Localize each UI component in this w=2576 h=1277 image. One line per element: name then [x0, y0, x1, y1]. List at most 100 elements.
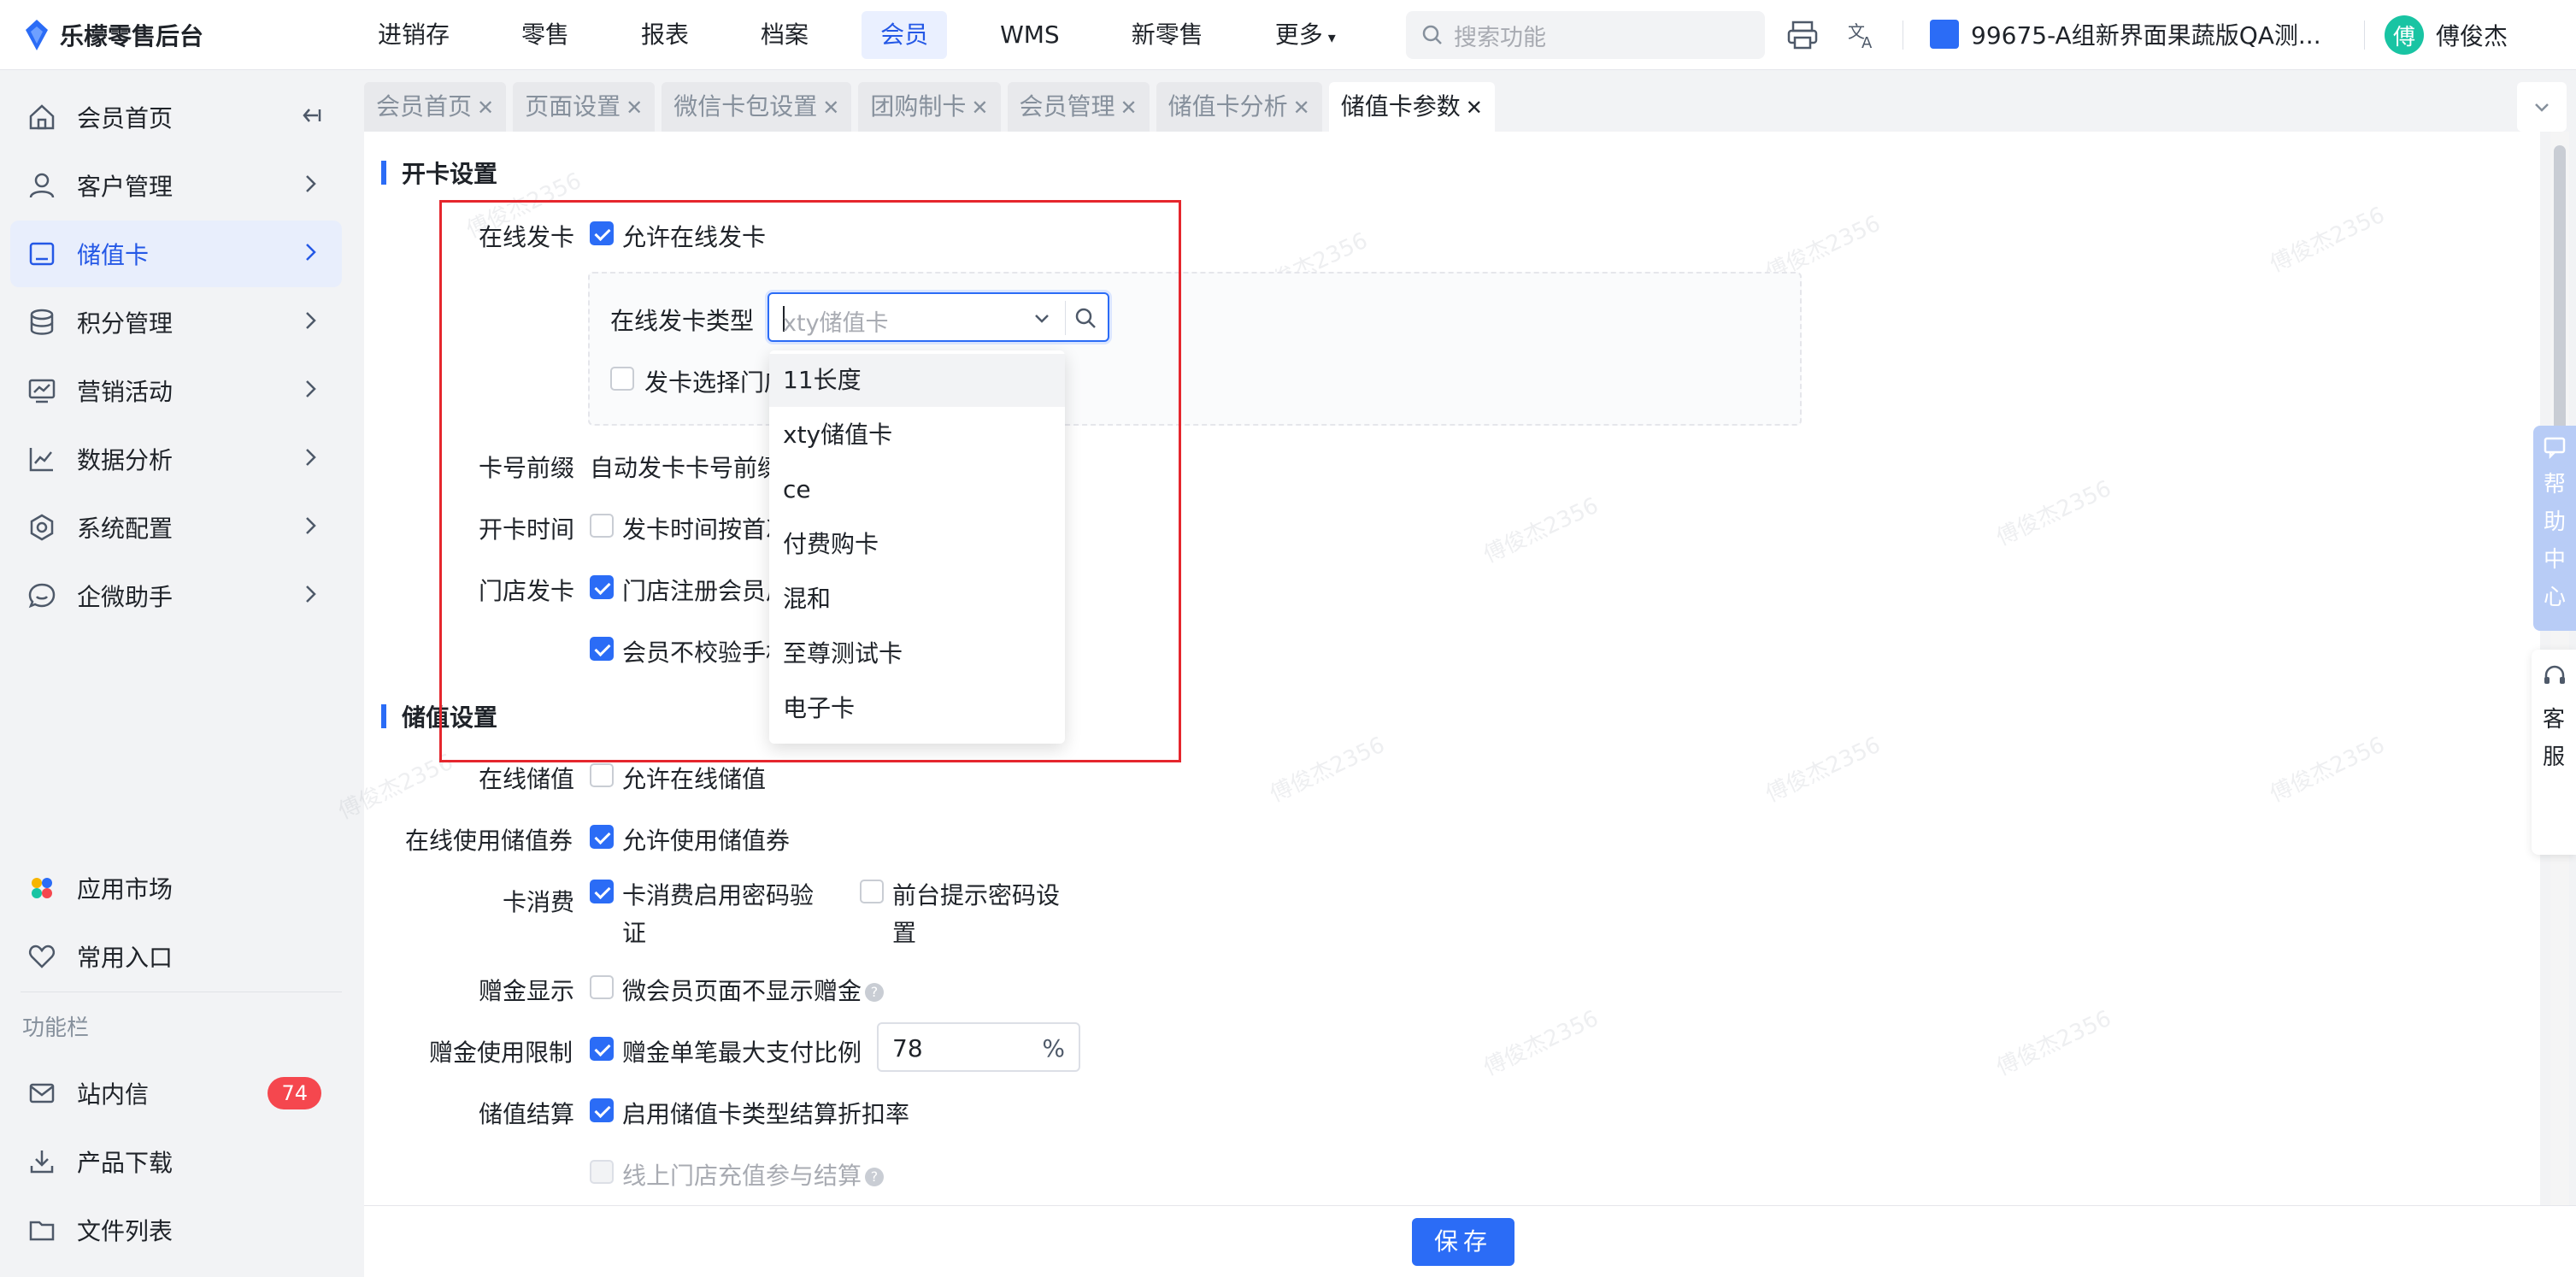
label-online-voucher: 在线使用储值券: [405, 827, 573, 855]
label-bonus-display: 赠金显示: [479, 977, 575, 1005]
text-online-recharge: 允许在线储值: [622, 765, 767, 793]
download-icon: [24, 1144, 60, 1180]
close-icon[interactable]: ✕: [626, 96, 643, 120]
text-bonus-display: 微会员页面不显示赠金?: [622, 973, 885, 1007]
folder-icon: [24, 1212, 60, 1248]
tab-member-management[interactable]: 会员管理 ✕: [1007, 82, 1150, 132]
chevron-right-icon: [297, 581, 323, 613]
database-icon: [24, 304, 60, 340]
chevron-down-icon: [2535, 103, 2549, 112]
section-title-open-card: 开卡设置: [381, 156, 497, 190]
close-icon[interactable]: ✕: [477, 96, 494, 120]
checkbox-card-consume-password[interactable]: [590, 880, 614, 903]
chevron-right-icon: [297, 376, 323, 408]
sidebar-item-wecom-assistant[interactable]: 企微助手: [10, 562, 342, 629]
app-logo[interactable]: 乐檬零售后台: [0, 18, 342, 52]
tab-wechat-card[interactable]: 微信卡包设置 ✕: [662, 82, 852, 132]
help-icon[interactable]: ?: [865, 1168, 885, 1186]
sidebar-item-points[interactable]: 积分管理: [10, 289, 342, 356]
sidebar-item-analytics[interactable]: 数据分析: [10, 426, 342, 492]
close-icon[interactable]: ✕: [1293, 96, 1310, 120]
checkbox-online-recharge[interactable]: [590, 763, 614, 787]
text-card-consume-line1: 卡消费启用密码验: [622, 881, 815, 909]
user-menu[interactable]: 傅 傅俊杰: [2385, 15, 2508, 55]
close-icon[interactable]: ✕: [1120, 96, 1138, 120]
chevron-right-icon: [297, 239, 323, 271]
nav-item-more[interactable]: 更多 ▾: [1256, 11, 1355, 59]
svg-text:A: A: [1861, 34, 1873, 51]
chat-icon: [24, 578, 60, 614]
sidebar-item-files[interactable]: 文件列表: [10, 1197, 342, 1263]
tab-member-home[interactable]: 会员首页 ✕: [364, 82, 507, 132]
function-section-label: 功能栏: [22, 1015, 90, 1041]
sidebar-item-inbox[interactable]: 站内信 74: [10, 1060, 342, 1127]
customer-service-button[interactable]: 客 服: [2532, 650, 2576, 855]
help-icon[interactable]: ?: [865, 983, 885, 1002]
search-icon: [1422, 25, 1442, 44]
printer-icon[interactable]: [1786, 19, 1819, 51]
headset-icon: [2544, 665, 2565, 684]
mail-icon: [24, 1075, 60, 1111]
checkbox-bonus-limit[interactable]: [590, 1037, 614, 1061]
nav-item-reports[interactable]: 报表: [622, 11, 708, 59]
tab-page-settings[interactable]: 页面设置 ✕: [513, 82, 656, 132]
avatar: 傅: [2385, 15, 2424, 55]
store-icon: [1930, 20, 1959, 49]
store-selector[interactable]: 99675-A组新界面果蔬版QA测...: [1930, 17, 2321, 51]
page-tabs: 会员首页 ✕ 页面设置 ✕ 微信卡包设置 ✕ 团购制卡 ✕ 会员管理 ✕ 储值卡分析 ✕ 储…: [364, 82, 1502, 132]
sidebar-item-marketing[interactable]: 营销活动: [10, 357, 342, 424]
text-settlement-discount: 启用储值卡类型结算折扣率: [622, 1100, 910, 1128]
divider: [2364, 21, 2365, 50]
close-icon[interactable]: ✕: [822, 96, 839, 120]
translate-icon[interactable]: 文A: [1846, 19, 1879, 51]
apps-icon: [24, 870, 60, 906]
checkbox-online-voucher[interactable]: [590, 825, 614, 849]
text-card-consume-line2: 证: [622, 919, 647, 947]
search-input[interactable]: 搜索功能: [1406, 11, 1765, 59]
sidebar-item-downloads[interactable]: 产品下载: [10, 1128, 342, 1195]
checkbox-online-store-recharge[interactable]: [590, 1160, 614, 1184]
tab-card-params[interactable]: 储值卡参数 ✕: [1328, 82, 1495, 132]
sidebar-item-app-market[interactable]: 应用市场: [10, 855, 342, 921]
sidebar-item-favorites[interactable]: 常用入口: [10, 923, 342, 990]
label-card-consume: 卡消费: [503, 888, 575, 916]
collapse-icon[interactable]: [297, 103, 323, 134]
highlight-box: [439, 200, 1181, 762]
text-bonus-limit: 赠金单笔最大支付比例: [622, 1039, 862, 1067]
tabs-more-button[interactable]: [2517, 82, 2567, 132]
sidebar-item-stored-value-card[interactable]: 储值卡: [10, 221, 342, 287]
settings-icon: [24, 509, 60, 545]
close-icon[interactable]: ✕: [971, 96, 988, 120]
chart-icon: [24, 441, 60, 477]
tab-group-card[interactable]: 团购制卡 ✕: [858, 82, 1001, 132]
checkbox-front-prompt-password[interactable]: [860, 880, 884, 903]
text-front-prompt-line2: 置: [892, 919, 917, 947]
save-button[interactable]: 保存: [1412, 1218, 1514, 1266]
nav-item-wms[interactable]: WMS: [981, 11, 1079, 59]
nav-item-inventory[interactable]: 进销存: [359, 11, 468, 59]
tab-card-analysis[interactable]: 储值卡分析 ✕: [1156, 82, 1322, 132]
sidebar-item-system-config[interactable]: 系统配置: [10, 494, 342, 561]
text-online-voucher: 允许使用储值券: [622, 827, 791, 855]
text-online-store-recharge: 线上门店充值参与结算?: [622, 1157, 885, 1192]
nav-item-archive[interactable]: 档案: [742, 11, 827, 59]
card-icon: [24, 236, 60, 272]
close-icon[interactable]: ✕: [1466, 96, 1483, 120]
nav-item-new-retail[interactable]: 新零售: [1113, 11, 1222, 59]
sidebar-item-member-home[interactable]: 会员首页: [10, 84, 342, 150]
home-icon: [24, 99, 60, 135]
label-bonus-limit: 赠金使用限制: [429, 1039, 573, 1067]
nav-item-retail[interactable]: 零售: [503, 11, 588, 59]
monitor-icon: [24, 373, 60, 409]
checkbox-settlement-discount[interactable]: [590, 1098, 614, 1122]
user-icon: [24, 168, 60, 203]
help-center-button[interactable]: 帮 助 中 心: [2533, 426, 2576, 631]
heart-icon: [24, 939, 60, 974]
sidebar-item-customers[interactable]: 客户管理: [10, 152, 342, 219]
chevron-right-icon: [297, 444, 323, 476]
checkbox-bonus-display[interactable]: [590, 975, 614, 999]
scrollbar-thumb[interactable]: [2554, 145, 2566, 436]
bonus-limit-input[interactable]: 78 %: [877, 1022, 1080, 1072]
chevron-down-icon: ▾: [1327, 28, 1336, 47]
nav-item-member[interactable]: 会员: [862, 10, 948, 59]
